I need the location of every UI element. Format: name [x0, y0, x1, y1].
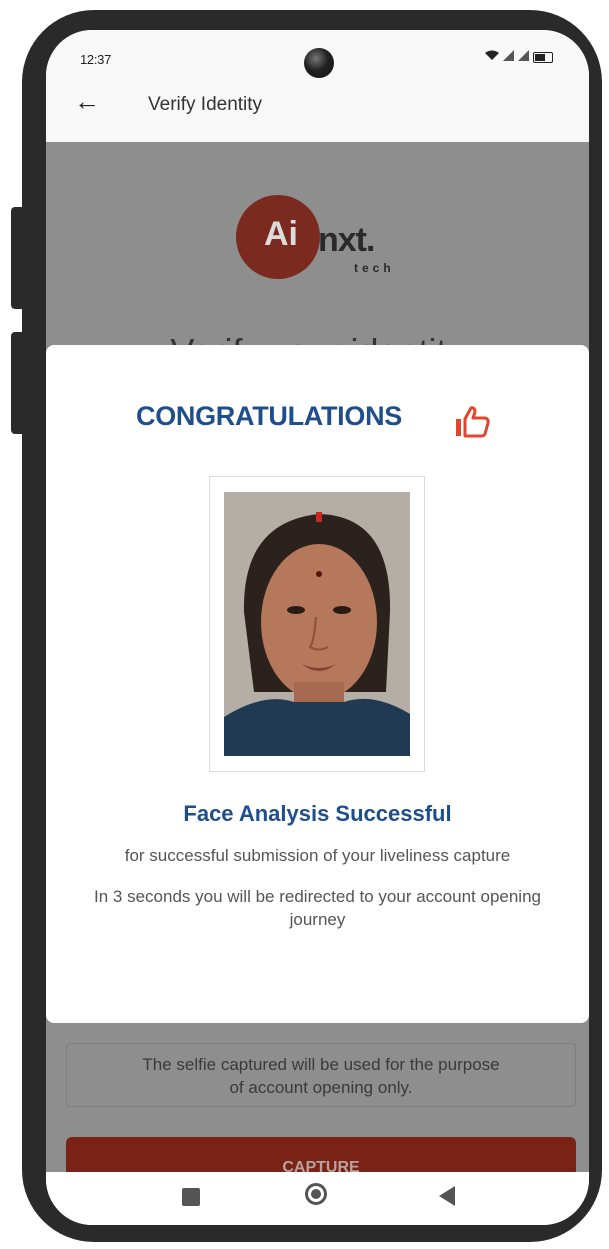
phone-frame: 12:37 ← Verify Identity Ai nxt. tech Ver…: [22, 10, 602, 1242]
phone-screen: 12:37 ← Verify Identity Ai nxt. tech Ver…: [46, 30, 589, 1225]
congratulations-dialog: CONGRATULATIONS Face Analysis Successful…: [46, 345, 589, 1023]
selfie-photo-frame: [209, 476, 425, 772]
back-triangle-icon[interactable]: [439, 1186, 455, 1206]
signal-icon: [503, 50, 514, 64]
ainxt-logo: Ai nxt. tech: [236, 195, 416, 285]
dialog-message-1: for successful submission of your liveli…: [124, 846, 511, 865]
front-camera: [304, 48, 334, 78]
home-circle-icon[interactable]: [305, 1183, 327, 1205]
status-icons: [485, 50, 553, 64]
recents-square-icon[interactable]: [182, 1188, 200, 1206]
back-arrow-icon[interactable]: ←: [74, 88, 100, 114]
disclaimer-box: The selfie captured will be used for the…: [66, 1043, 576, 1107]
top-bar: 12:37 ← Verify Identity: [46, 30, 589, 142]
disclaimer-line-1: The selfie captured will be used for the…: [142, 1055, 500, 1074]
system-nav-bar: [46, 1172, 589, 1225]
wifi-icon: [485, 50, 499, 64]
logo-text-nxt: nxt.: [318, 221, 375, 259]
page-title: Verify Identity: [148, 94, 263, 115]
dialog-title: CONGRATULATIONS: [136, 401, 402, 431]
status-time: 12:37: [80, 52, 112, 67]
dialog-message-2: In 3 seconds you will be redirected to y…: [94, 887, 541, 929]
disclaimer-line-2: of account opening only.: [229, 1078, 413, 1097]
logo-text-ai: Ai: [264, 215, 298, 253]
signal-icon: [518, 50, 529, 64]
logo-text-tech: tech: [354, 261, 395, 275]
selfie-photo: [224, 492, 410, 756]
dialog-subtitle: Face Analysis Successful: [183, 801, 452, 826]
battery-icon: [533, 51, 553, 63]
thumbs-up-icon: [454, 405, 492, 439]
